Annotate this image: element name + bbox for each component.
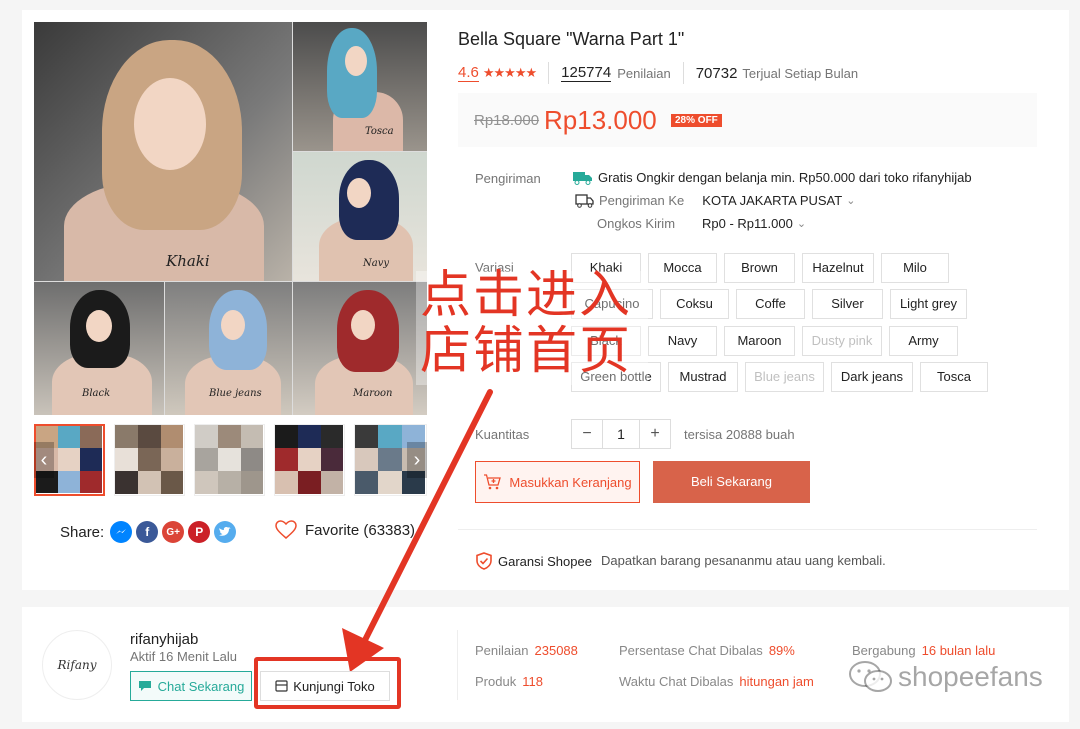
shop-chat-time-stat: Waktu Chat Dibalas hitungan jam — [619, 674, 814, 689]
chat-now-button[interactable]: Chat Sekarang — [130, 671, 252, 701]
shop-avatar[interactable]: Rifany — [42, 630, 112, 700]
shop-active-status: Aktif 16 Menit Lalu — [130, 649, 237, 664]
annotation-arrow — [342, 389, 493, 672]
wechat-icon — [849, 661, 892, 692]
chat-icon — [138, 681, 151, 691]
watermark: shopeefans — [848, 660, 1043, 694]
visit-shop-highlight — [254, 657, 401, 709]
shop-chat-rate-stat: Persentase Chat Dibalas 89% — [619, 643, 795, 658]
watermark-text: shopeefans — [898, 661, 1043, 692]
shop-divider — [457, 630, 458, 700]
chat-now-label: Chat Sekarang — [157, 678, 245, 694]
shop-name[interactable]: rifanyhijab — [130, 631, 198, 648]
shop-product-stat: Produk 118 — [475, 674, 543, 689]
shop-rating-stat: Penilaian 235088 — [475, 643, 578, 658]
shop-joined-stat: Bergabung 16 bulan lalu — [852, 643, 996, 658]
